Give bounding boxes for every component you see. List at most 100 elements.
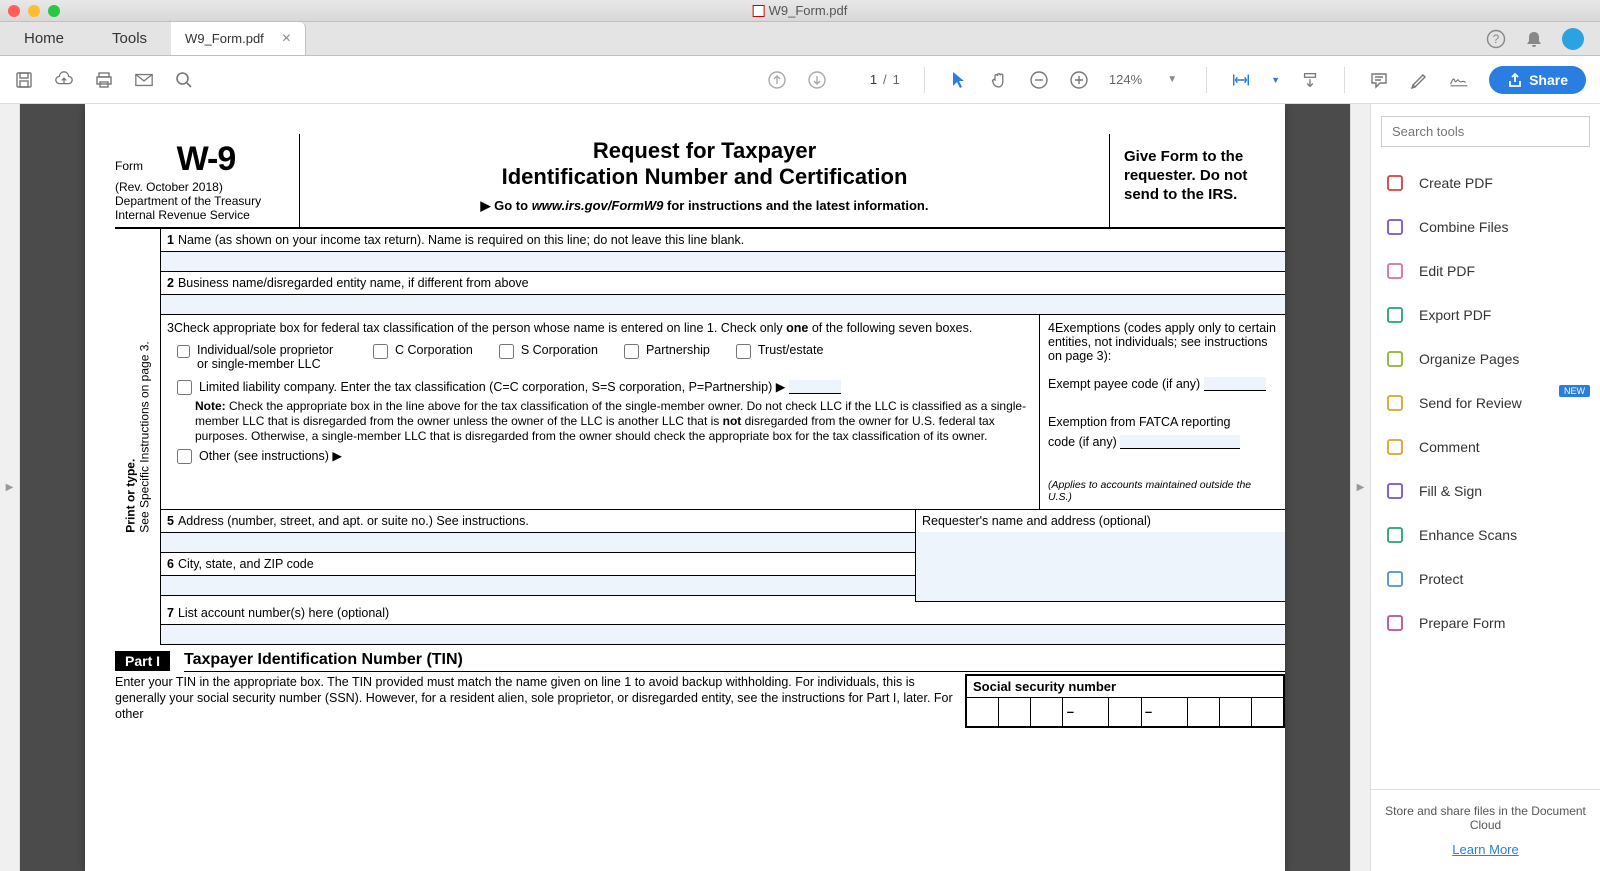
tool-icon bbox=[1385, 393, 1405, 413]
page-up-icon[interactable] bbox=[767, 70, 787, 90]
expand-left-panel-icon[interactable]: ▶ bbox=[6, 482, 14, 493]
find-icon[interactable] bbox=[174, 70, 194, 90]
tool-label: Edit PDF bbox=[1419, 263, 1475, 279]
line6-label: City, state, and ZIP code bbox=[178, 557, 314, 571]
tool-item-enhance-scans[interactable]: Enhance Scans bbox=[1371, 513, 1600, 557]
tool-item-combine-files[interactable]: Combine Files bbox=[1371, 205, 1600, 249]
pdf-page: Form W-9 (Rev. October 2018) Department … bbox=[85, 104, 1285, 871]
print-icon[interactable] bbox=[94, 70, 114, 90]
tool-item-fill-sign[interactable]: Fill & Sign bbox=[1371, 469, 1600, 513]
ssn-cells[interactable]: –– bbox=[967, 698, 1283, 726]
tab-tools[interactable]: Tools bbox=[88, 22, 171, 55]
file-tab-label: W9_Form.pdf bbox=[185, 31, 264, 46]
scroll-mode-icon[interactable] bbox=[1300, 70, 1320, 90]
sign-icon[interactable] bbox=[1449, 70, 1469, 90]
fatca-note: (Applies to accounts maintained outside … bbox=[1048, 479, 1277, 503]
tool-label: Organize Pages bbox=[1419, 351, 1519, 367]
sticky-note-icon[interactable] bbox=[1369, 70, 1389, 90]
tool-icon bbox=[1385, 481, 1405, 501]
page-indicator: / 1 bbox=[847, 72, 900, 87]
pdf-icon bbox=[753, 5, 765, 17]
tool-item-export-pdf[interactable]: Export PDF bbox=[1371, 293, 1600, 337]
line7-field[interactable] bbox=[161, 625, 1285, 645]
tool-label: Send for Review bbox=[1419, 395, 1522, 411]
maximize-window-button[interactable] bbox=[48, 5, 60, 17]
main-toolbar: / 1 124% ▼ ▼ Share bbox=[0, 56, 1600, 104]
line5-label: Address (number, street, and apt. or sui… bbox=[178, 514, 529, 528]
dept-line1: Department of the Treasury bbox=[115, 194, 291, 208]
email-icon[interactable] bbox=[134, 70, 154, 90]
part1-title: Taxpayer Identification Number (TIN) bbox=[184, 651, 1285, 672]
fatca-field[interactable] bbox=[1120, 435, 1240, 449]
requester-addr-label: Requester's name and address (optional) bbox=[916, 510, 1285, 532]
line1-field[interactable] bbox=[161, 252, 1285, 272]
current-page-input[interactable] bbox=[847, 72, 877, 87]
fit-width-icon[interactable] bbox=[1231, 70, 1251, 90]
tool-item-send-for-review[interactable]: Send for ReviewNEW bbox=[1371, 381, 1600, 425]
collapse-right-panel-icon[interactable]: ▶ bbox=[1357, 482, 1365, 493]
chk-llc[interactable]: Limited liability company. Enter the tax… bbox=[177, 379, 1031, 395]
tool-icon bbox=[1385, 261, 1405, 281]
close-window-button[interactable] bbox=[8, 5, 20, 17]
form-number: W-9 bbox=[177, 140, 236, 179]
minimize-window-button[interactable] bbox=[28, 5, 40, 17]
tool-item-comment[interactable]: Comment bbox=[1371, 425, 1600, 469]
fit-dropdown-icon[interactable]: ▼ bbox=[1271, 75, 1280, 85]
chk-individual[interactable]: Individual/sole proprietor or single-mem… bbox=[177, 343, 347, 371]
form-title-2: Identification Number and Certification bbox=[310, 164, 1099, 190]
exempt-payee-line: Exempt payee code (if any) bbox=[1048, 377, 1277, 391]
tool-item-prepare-form[interactable]: Prepare Form bbox=[1371, 601, 1600, 645]
line2-label: Business name/disregarded entity name, i… bbox=[178, 276, 529, 290]
requester-addr-field[interactable] bbox=[916, 532, 1285, 602]
tin-instructions: Enter your TIN in the appropriate box. T… bbox=[115, 674, 965, 728]
tool-label: Fill & Sign bbox=[1419, 483, 1482, 499]
share-button[interactable]: Share bbox=[1489, 66, 1586, 94]
page-down-icon[interactable] bbox=[807, 70, 827, 90]
tool-icon bbox=[1385, 349, 1405, 369]
zoom-out-icon[interactable] bbox=[1029, 70, 1049, 90]
highlight-icon[interactable] bbox=[1409, 70, 1429, 90]
close-tab-button[interactable]: × bbox=[282, 30, 291, 48]
help-icon[interactable]: ? bbox=[1486, 29, 1506, 49]
chk-s-corp[interactable]: S Corporation bbox=[499, 343, 598, 359]
tool-label: Comment bbox=[1419, 439, 1480, 455]
llc-note: Note: Check the appropriate box in the l… bbox=[195, 399, 1031, 444]
tool-icon bbox=[1385, 613, 1405, 633]
search-tools-input[interactable] bbox=[1381, 116, 1590, 147]
save-icon[interactable] bbox=[14, 70, 34, 90]
side-instruction: Print or type.See Specific Instructions … bbox=[115, 229, 161, 645]
tab-file-active[interactable]: W9_Form.pdf × bbox=[171, 22, 306, 55]
chk-partnership[interactable]: Partnership bbox=[624, 343, 710, 359]
document-viewport[interactable]: Form W-9 (Rev. October 2018) Department … bbox=[20, 104, 1350, 871]
notifications-icon[interactable] bbox=[1524, 29, 1544, 49]
cloud-upload-icon[interactable] bbox=[54, 70, 74, 90]
learn-more-link[interactable]: Learn More bbox=[1385, 842, 1586, 857]
window-titlebar: W9_Form.pdf bbox=[0, 0, 1600, 22]
window-title: W9_Form.pdf bbox=[753, 3, 848, 18]
line2-field[interactable] bbox=[161, 295, 1285, 315]
line6-field[interactable] bbox=[161, 576, 915, 596]
tool-item-organize-pages[interactable]: Organize Pages bbox=[1371, 337, 1600, 381]
line7-label: List account number(s) here (optional) bbox=[178, 606, 389, 620]
tool-item-edit-pdf[interactable]: Edit PDF bbox=[1371, 249, 1600, 293]
tab-home[interactable]: Home bbox=[0, 22, 88, 55]
page-separator: / bbox=[883, 72, 887, 87]
tool-item-create-pdf[interactable]: Create PDF bbox=[1371, 161, 1600, 205]
fatca-line: Exemption from FATCA reporting bbox=[1048, 415, 1277, 429]
box4-title: Exemptions (codes apply only to certain … bbox=[1048, 321, 1276, 363]
zoom-in-icon[interactable] bbox=[1069, 70, 1089, 90]
traffic-lights bbox=[8, 5, 60, 17]
ssn-header: Social security number bbox=[967, 676, 1283, 698]
selection-tool-icon[interactable] bbox=[949, 70, 969, 90]
chk-c-corp[interactable]: C Corporation bbox=[373, 343, 473, 359]
form-label: Form bbox=[115, 159, 143, 173]
zoom-dropdown-icon[interactable]: ▼ bbox=[1162, 70, 1182, 90]
zoom-level: 124% bbox=[1109, 72, 1142, 87]
user-avatar[interactable] bbox=[1562, 28, 1584, 50]
chk-other[interactable]: Other (see instructions) ▶ bbox=[177, 448, 1031, 464]
exempt-payee-field[interactable] bbox=[1204, 377, 1266, 391]
hand-tool-icon[interactable] bbox=[989, 70, 1009, 90]
chk-trust[interactable]: Trust/estate bbox=[736, 343, 824, 359]
line5-field[interactable] bbox=[161, 533, 915, 553]
tool-item-protect[interactable]: Protect bbox=[1371, 557, 1600, 601]
